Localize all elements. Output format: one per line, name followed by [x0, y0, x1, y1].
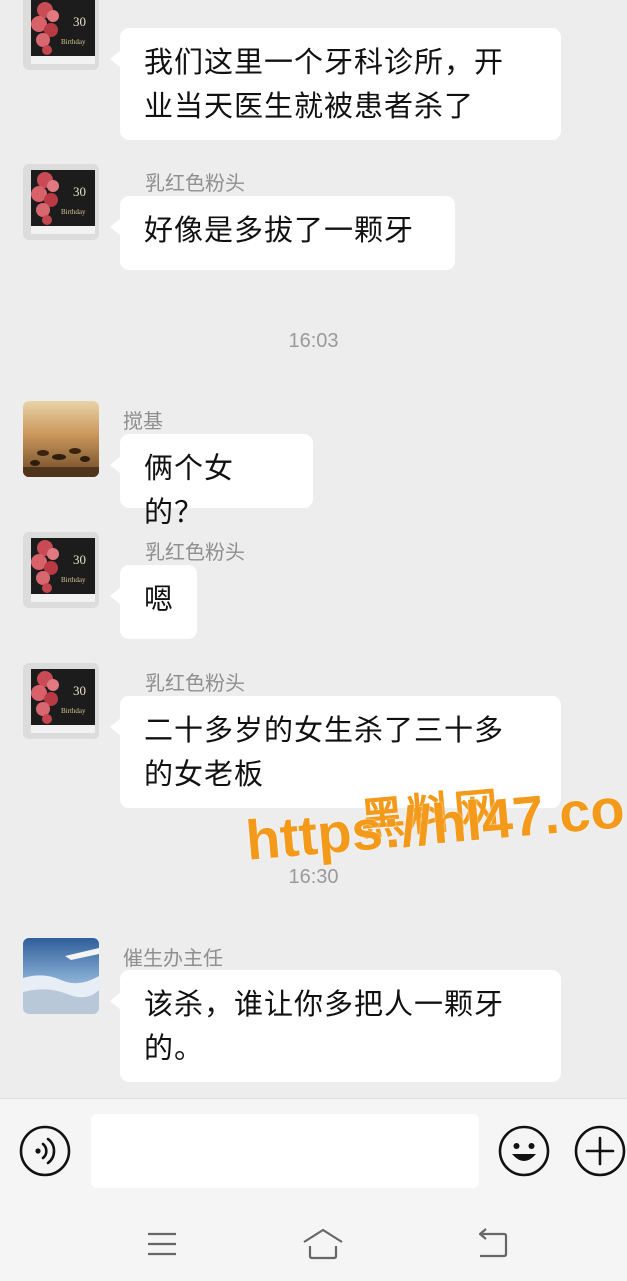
- airplane-clouds-photo: [23, 938, 99, 1014]
- timestamp: 16:30: [288, 866, 339, 888]
- message-line: 好像是多拔了一颗牙: [144, 213, 415, 247]
- timestamp: 16:03: [288, 330, 339, 352]
- message-line: 二十多岁的女生杀了三十多: [144, 713, 505, 747]
- sender-name: 乳红色粉头: [145, 540, 245, 564]
- message-line: 该杀，谁让你多把人一颗牙: [144, 987, 505, 1021]
- avatar[interactable]: [23, 0, 99, 70]
- message-line: 业当天医生就被患者杀了: [144, 89, 475, 123]
- orchid-cake-photo: [23, 164, 99, 240]
- sender-name: 搅基: [123, 409, 163, 433]
- orchid-cake-photo: [23, 532, 99, 608]
- menu-icon[interactable]: [142, 1224, 182, 1264]
- home-icon[interactable]: [301, 1224, 343, 1264]
- message-input[interactable]: [91, 1114, 479, 1188]
- chat-area[interactable]: 我们这里一个牙科诊所，开 业当天医生就被患者杀了 乳红色粉头 好像是多拔了一颗牙…: [0, 0, 627, 1098]
- sender-name: 乳红色粉头: [145, 671, 245, 695]
- sender-name: 催生办主任: [123, 946, 223, 970]
- emoji-icon[interactable]: [498, 1125, 550, 1177]
- avatar[interactable]: [23, 532, 99, 608]
- message-bubble[interactable]: 我们这里一个牙科诊所，开 业当天医生就被患者杀了: [110, 28, 561, 140]
- plus-icon[interactable]: [574, 1125, 626, 1177]
- message-bubble[interactable]: 俩个女的？: [110, 434, 313, 529]
- avatar[interactable]: [23, 663, 99, 739]
- horses-desert-photo: [23, 401, 99, 477]
- avatar[interactable]: [23, 938, 99, 1014]
- message-line: 的。: [144, 1031, 205, 1065]
- sender-name: 乳红色粉头: [145, 171, 245, 195]
- message-line: 我们这里一个牙科诊所，开: [144, 45, 505, 79]
- message-bubble[interactable]: 该杀，谁让你多把人一颗牙 的。: [110, 970, 561, 1082]
- message-line: 嗯: [144, 582, 175, 616]
- message-bubble[interactable]: 嗯: [110, 565, 197, 639]
- orchid-cake-photo: [23, 0, 99, 70]
- orchid-cake-photo: [23, 663, 99, 739]
- back-icon[interactable]: [472, 1224, 512, 1264]
- message-bubble[interactable]: 好像是多拔了一颗牙: [110, 196, 455, 270]
- voice-icon[interactable]: [19, 1125, 71, 1177]
- avatar[interactable]: [23, 401, 99, 477]
- avatar[interactable]: [23, 164, 99, 240]
- message-line: 俩个女的？: [144, 451, 235, 529]
